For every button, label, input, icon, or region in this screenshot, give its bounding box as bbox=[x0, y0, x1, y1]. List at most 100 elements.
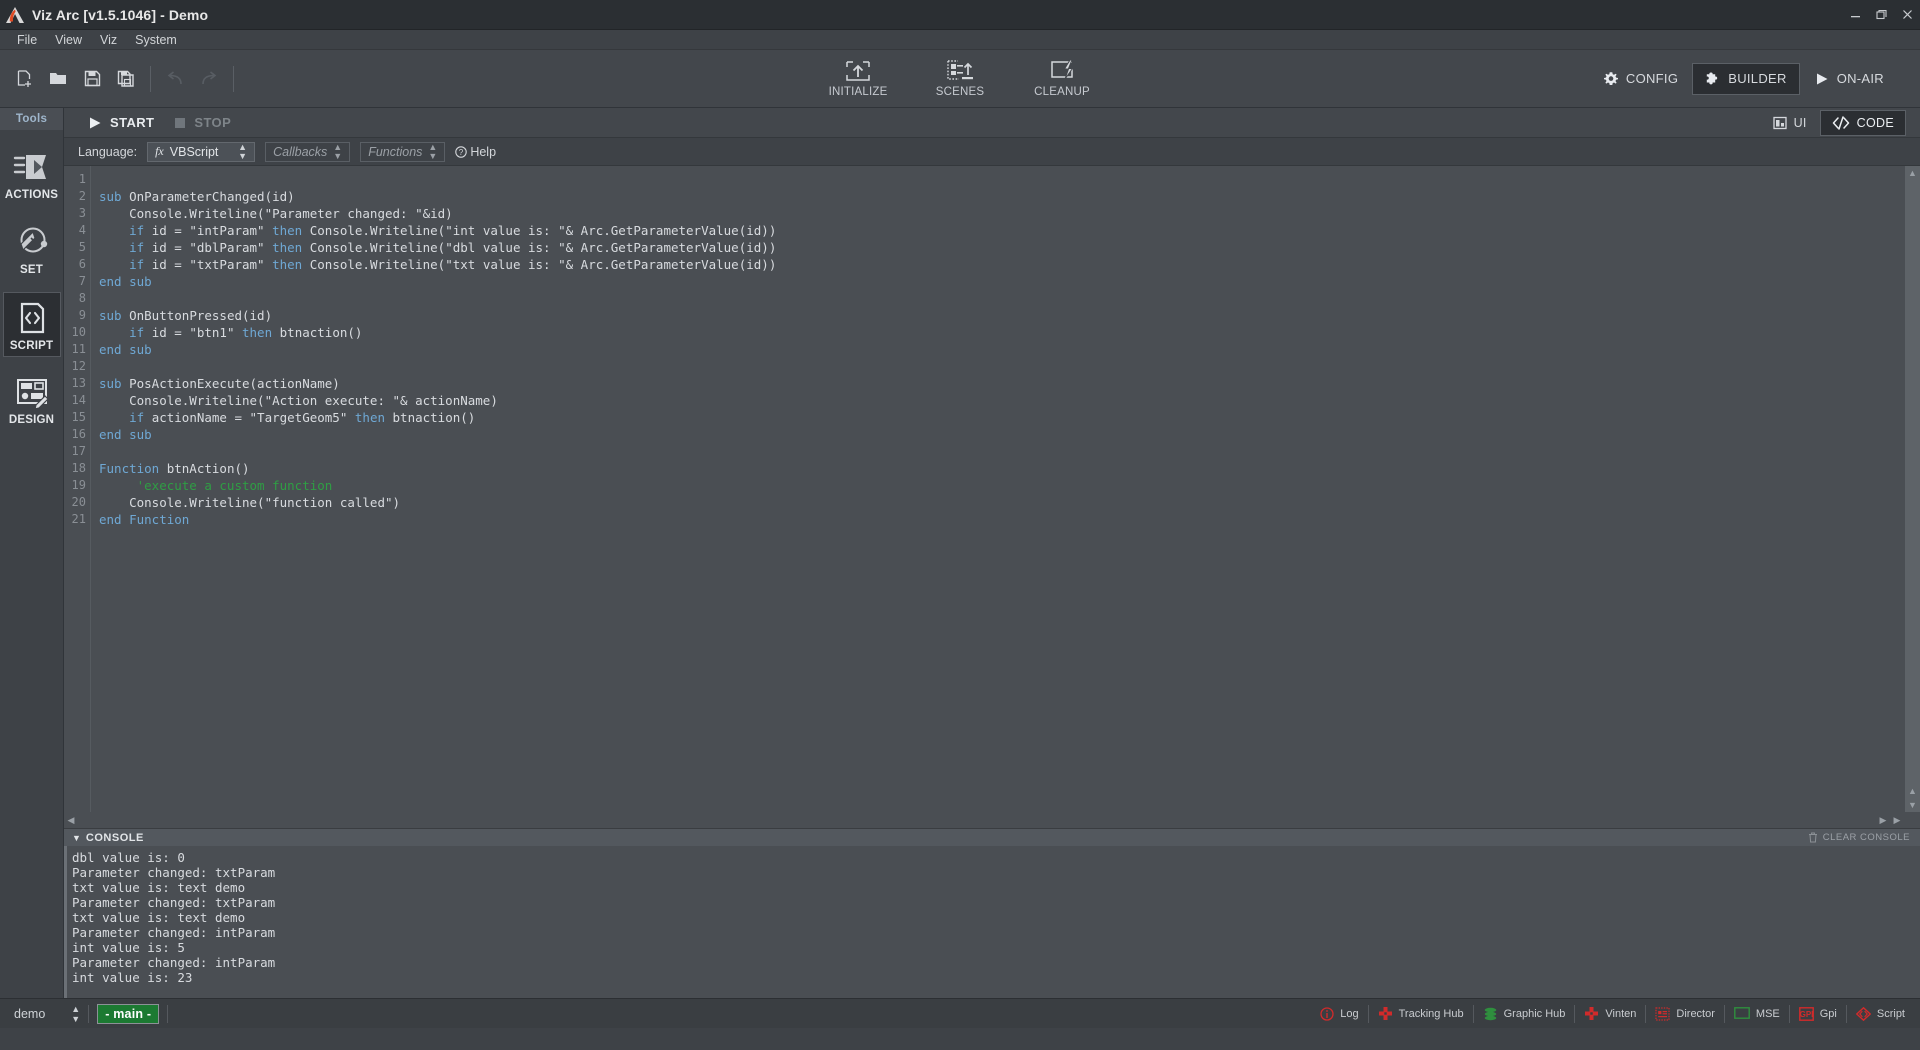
gpi-icon: GPI bbox=[1799, 1007, 1814, 1021]
save-as-button[interactable] bbox=[110, 62, 142, 96]
scroll-right-icon[interactable]: ▶ bbox=[1876, 815, 1890, 826]
line-number: 16 bbox=[64, 426, 86, 443]
menu-item-view[interactable]: View bbox=[46, 31, 91, 49]
scroll-right-arrow-icon[interactable]: ▶ bbox=[1890, 815, 1904, 826]
callbacks-select[interactable]: Callbacks ▲▼ bbox=[265, 142, 350, 162]
chevron-updown-icon: ▲▼ bbox=[428, 143, 437, 161]
puzzle-piece-icon bbox=[1705, 71, 1721, 87]
status-vinten[interactable]: Vinten bbox=[1575, 1006, 1645, 1021]
stop-button[interactable]: STOP bbox=[164, 111, 241, 134]
code-line: sub PosActionExecute(actionName) bbox=[99, 375, 1904, 392]
status-graphic-hub-label: Graphic Hub bbox=[1504, 1008, 1566, 1020]
new-file-button[interactable] bbox=[8, 62, 40, 96]
scenes-icon bbox=[946, 59, 974, 83]
on-air-label: ON-AIR bbox=[1837, 71, 1884, 86]
sidebar-item-set[interactable]: SET bbox=[3, 217, 61, 280]
fx-function-icon: fx bbox=[155, 144, 164, 159]
window-controls bbox=[1842, 0, 1920, 30]
title-bar: Viz Arc [v1.5.1046] - Demo bbox=[0, 0, 1920, 30]
ui-view-label: UI bbox=[1794, 116, 1807, 130]
status-director[interactable]: Director bbox=[1646, 1007, 1724, 1021]
close-button[interactable] bbox=[1894, 0, 1920, 30]
code-line: Console.Writeline("Action execute: "& ac… bbox=[99, 392, 1904, 409]
line-number: 12 bbox=[64, 358, 86, 375]
branch-badge[interactable]: - main - bbox=[97, 1004, 159, 1024]
initialize-button[interactable]: INITIALIZE bbox=[821, 57, 895, 100]
start-label: START bbox=[110, 115, 154, 130]
console-header[interactable]: ▼ CONSOLE CLEAR CONSOLE bbox=[64, 828, 1920, 846]
clear-console-label: CLEAR CONSOLE bbox=[1823, 832, 1910, 843]
line-number-gutter: 123456789101112131415161718192021 bbox=[64, 166, 90, 812]
code-text-area[interactable]: sub OnParameterChanged(id) Console.Write… bbox=[90, 166, 1904, 812]
monitor-icon bbox=[1734, 1007, 1750, 1020]
code-line: end Function bbox=[99, 511, 1904, 528]
tracking-hub-icon bbox=[1378, 1006, 1393, 1021]
scenes-button[interactable]: SCENES bbox=[923, 57, 997, 100]
status-tracking-hub[interactable]: Tracking Hub bbox=[1369, 1006, 1473, 1021]
toolbar-divider-2 bbox=[233, 66, 234, 92]
code-line: if actionName = "TargetGeom5" then btnac… bbox=[99, 409, 1904, 426]
status-gpi-label: Gpi bbox=[1820, 1008, 1837, 1020]
code-view-button[interactable]: CODE bbox=[1820, 110, 1906, 136]
editor-vertical-scrollbar[interactable]: ▲ ▲ ▼ bbox=[1904, 166, 1920, 812]
ui-view-button[interactable]: UI bbox=[1762, 111, 1818, 135]
project-value: demo bbox=[14, 1007, 45, 1021]
help-button[interactable]: ? Help bbox=[455, 145, 496, 159]
line-number: 9 bbox=[64, 307, 86, 324]
sidebar-item-design[interactable]: DESIGN bbox=[3, 369, 61, 430]
minimize-button[interactable] bbox=[1842, 0, 1868, 30]
scroll-left-icon[interactable]: ◀ bbox=[64, 815, 78, 826]
on-air-mode-button[interactable]: ON-AIR bbox=[1802, 64, 1896, 94]
editor-horizontal-scrollbar[interactable]: ◀ ▶ ▶ bbox=[64, 812, 1920, 828]
status-mse[interactable]: MSE bbox=[1725, 1007, 1789, 1020]
status-tracking-hub-label: Tracking Hub bbox=[1399, 1008, 1464, 1020]
language-select[interactable]: fx VBScript ▲▼ bbox=[147, 142, 255, 162]
functions-select[interactable]: Functions ▲▼ bbox=[360, 142, 445, 162]
status-gpi[interactable]: GPI Gpi bbox=[1790, 1007, 1846, 1021]
triangle-down-icon[interactable]: ▼ bbox=[72, 833, 81, 843]
menu-item-file[interactable]: File bbox=[8, 31, 46, 49]
database-icon bbox=[1483, 1007, 1498, 1021]
script-code-icon bbox=[15, 301, 49, 335]
sidebar-item-script[interactable]: SCRIPT bbox=[3, 292, 61, 357]
undo-button[interactable] bbox=[159, 62, 191, 96]
start-button[interactable]: START bbox=[78, 111, 164, 134]
scroll-up-icon[interactable]: ▲ bbox=[1908, 166, 1917, 180]
cleanup-button[interactable]: CLEANUP bbox=[1025, 57, 1099, 100]
sidebar-item-actions[interactable]: ACTIONS bbox=[3, 142, 61, 205]
code-editor-region: 123456789101112131415161718192021 sub On… bbox=[64, 166, 1920, 812]
line-number: 7 bbox=[64, 273, 86, 290]
console-output[interactable]: dbl value is: 0Parameter changed: txtPar… bbox=[64, 846, 1920, 998]
status-graphic-hub[interactable]: Graphic Hub bbox=[1474, 1007, 1575, 1021]
actions-flag-icon bbox=[13, 150, 51, 184]
line-number: 15 bbox=[64, 409, 86, 426]
scroll-down-icon[interactable]: ▲ bbox=[1908, 784, 1917, 798]
console-line: Parameter changed: intParam bbox=[72, 955, 1920, 970]
status-log[interactable]: Log bbox=[1311, 1007, 1367, 1021]
config-label: CONFIG bbox=[1626, 71, 1678, 86]
config-mode-button[interactable]: CONFIG bbox=[1591, 64, 1690, 94]
menu-item-viz[interactable]: Viz bbox=[91, 31, 126, 49]
redo-button[interactable] bbox=[193, 62, 225, 96]
status-director-label: Director bbox=[1676, 1008, 1715, 1020]
code-editor[interactable]: 123456789101112131415161718192021 sub On… bbox=[64, 166, 1904, 812]
code-line: if id = "dblParam" then Console.Writelin… bbox=[99, 239, 1904, 256]
chevron-updown-icon: ▲▼ bbox=[71, 1004, 80, 1024]
open-folder-button[interactable] bbox=[42, 62, 74, 96]
code-view-label: CODE bbox=[1857, 116, 1894, 130]
sidebar-item-set-label: SET bbox=[20, 264, 43, 276]
menu-item-system[interactable]: System bbox=[126, 31, 186, 49]
project-select[interactable]: demo ▲▼ bbox=[14, 1004, 80, 1024]
status-bar: demo ▲▼ - main - Log Tracking Hub bbox=[0, 998, 1920, 1028]
functions-value: Functions bbox=[368, 145, 422, 159]
status-divider-2 bbox=[167, 1005, 168, 1023]
clear-console-button[interactable]: CLEAR CONSOLE bbox=[1808, 832, 1920, 843]
console-line: Parameter changed: intParam bbox=[72, 925, 1920, 940]
line-number: 6 bbox=[64, 256, 86, 273]
status-script[interactable]: Script bbox=[1847, 1007, 1914, 1021]
info-circle-icon bbox=[1320, 1007, 1334, 1021]
save-button[interactable] bbox=[76, 62, 108, 96]
maximize-button[interactable] bbox=[1868, 0, 1894, 30]
scroll-down-arrow-icon[interactable]: ▼ bbox=[1908, 798, 1917, 812]
builder-mode-button[interactable]: BUILDER bbox=[1692, 63, 1799, 95]
